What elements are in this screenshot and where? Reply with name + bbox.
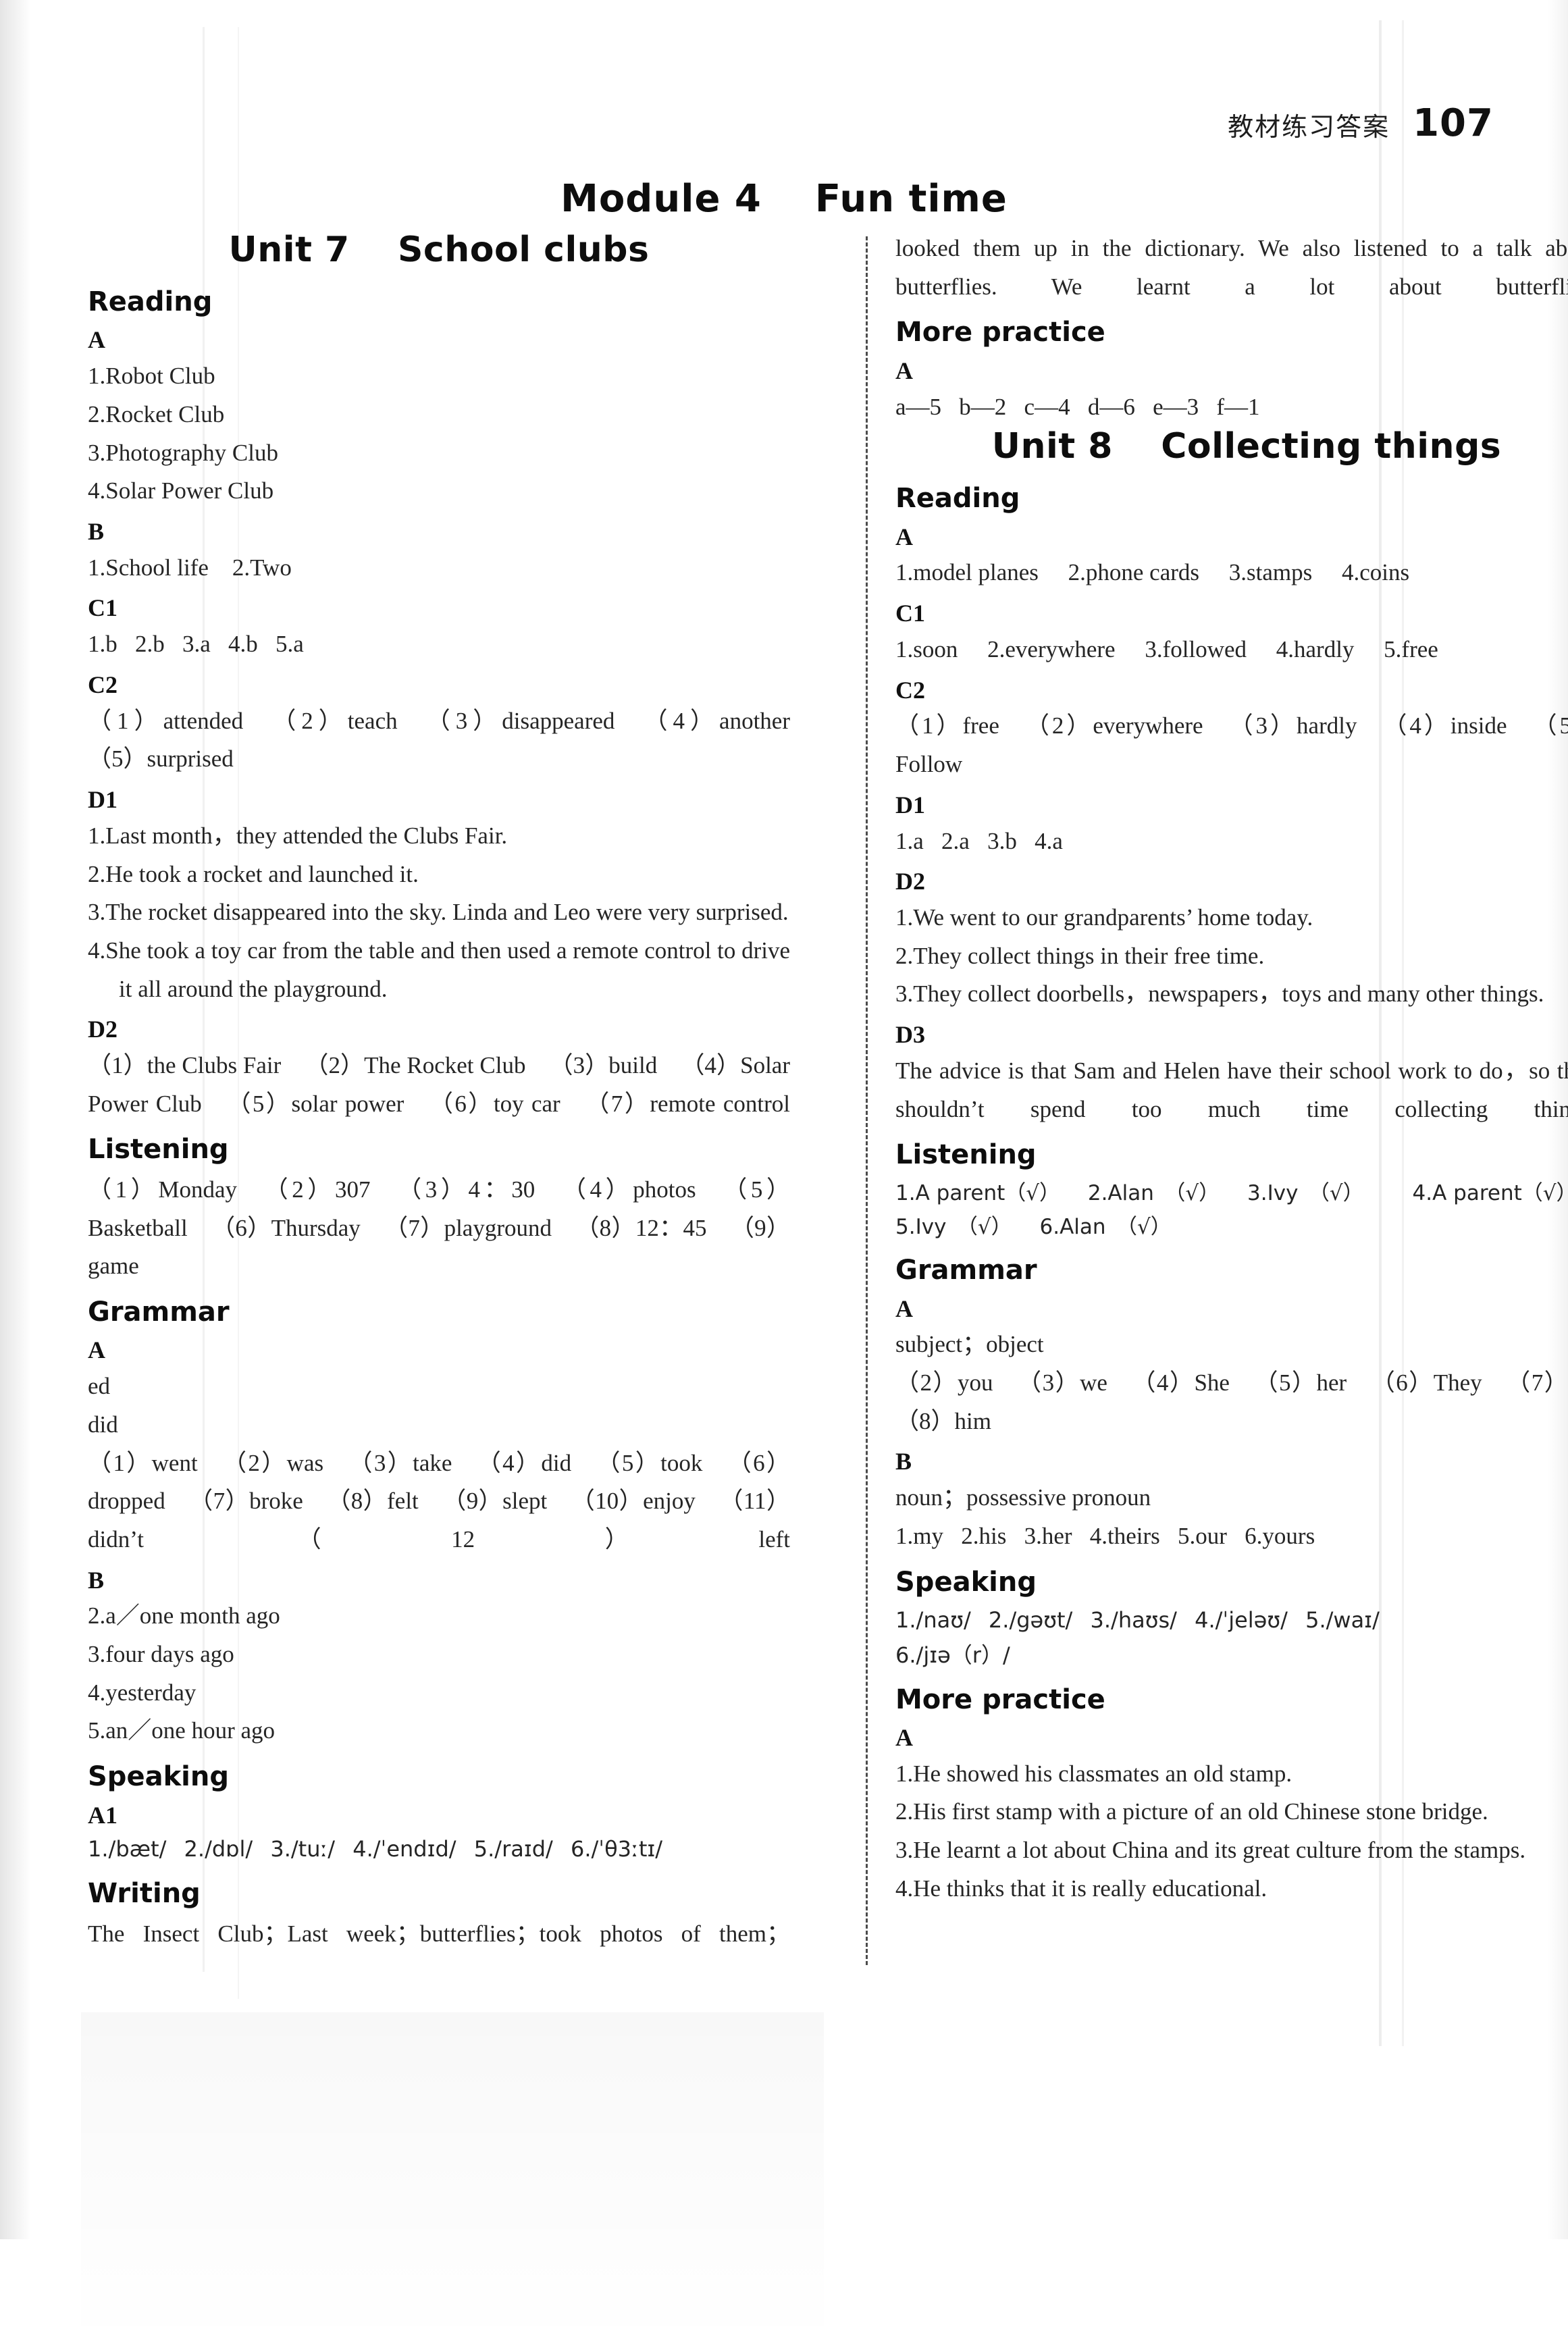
answer-line: 3.Photography Club <box>88 439 278 466</box>
column-divider <box>866 236 868 1965</box>
answer-line: 1.b 2.b 3.a 4.b 5.a <box>88 631 304 658</box>
sub-heading: D1 <box>88 786 117 814</box>
sub-heading: C2 <box>895 676 925 704</box>
answer-line: a—5 b—2 c—4 d—6 e—3 f—1 <box>895 393 1260 420</box>
answer-line: subject；object <box>895 1331 1044 1358</box>
section-heading: Reading <box>88 286 213 317</box>
answer-line: 1.Robot Club <box>88 363 215 390</box>
answer-line: 4.She took a toy car from the table and … <box>88 937 790 1002</box>
sub-heading: C2 <box>88 671 117 698</box>
answer-line: （8）him <box>895 1407 991 1434</box>
sub-heading: D3 <box>895 1021 925 1049</box>
answer-line: （1）free （2）everywhere （3）hardly （4）insid… <box>895 712 1568 778</box>
scan-smudge <box>81 2012 824 2350</box>
answer-line: （5）surprised <box>88 746 234 773</box>
sub-heading: A <box>88 326 105 354</box>
section-heading: Grammar <box>895 1255 1037 1286</box>
answer-line: （1）Monday （2）307 （3）4：30 （4）photos （5）Ba… <box>88 1176 790 1280</box>
unit-number: Unit 7 <box>228 230 350 270</box>
header-label: 教材练习答案 <box>1228 112 1390 142</box>
page-header: 教材练习答案 107 <box>1228 101 1494 145</box>
section-heading: Reading <box>895 483 1020 515</box>
answer-line: ed <box>88 1373 111 1400</box>
answer-line: 2.Rocket Club <box>88 400 225 427</box>
sub-heading: A1 <box>88 1801 117 1829</box>
phonetic-answer-line: 1./bæt/ 2./dɒl/ 3./tuː/ 4./ˈendɪd/ 5./ra… <box>88 1836 663 1862</box>
answer-line: 1.model planes 2.phone cards 3.stamps 4.… <box>895 559 1410 586</box>
sub-heading: A <box>895 523 913 550</box>
sub-heading: D2 <box>895 868 925 895</box>
answer-line: The advice is that Sam and Helen have th… <box>895 1057 1568 1122</box>
answer-line: 3.four days ago <box>88 1641 234 1668</box>
sub-heading: C1 <box>895 600 925 627</box>
answer-line: 4.Solar Power Club <box>88 477 274 504</box>
sub-heading: A <box>895 357 913 384</box>
scan-edge-shadow-left <box>0 0 31 2239</box>
answer-line: 2.They collect things in their free time… <box>895 942 1265 969</box>
answer-line: 1.a 2.a 3.b 4.a <box>895 827 1063 854</box>
section-heading: Listening <box>895 1139 1037 1171</box>
answer-line: 1.He showed his classmates an old stamp. <box>895 1760 1292 1787</box>
answer-line: （1）went （2）was （3）take （4）did （5）took （6… <box>88 1449 790 1552</box>
sub-heading: A <box>88 1336 105 1364</box>
answer-line: （2）you （3）we （4）She （5）her （6）They （7）me <box>895 1369 1568 1396</box>
answer-line: 3.He learnt a lot about China and its gr… <box>895 1837 1526 1864</box>
answer-line: 1.School life 2.Two <box>88 554 292 581</box>
continuation-paragraph: looked them up in the dictionary. We als… <box>895 235 1568 300</box>
module-title: Module 4 Fun time <box>0 177 1568 221</box>
unit-number: Unit 8 <box>991 426 1113 467</box>
answer-line: 5.an／one hour ago <box>88 1717 276 1744</box>
module-number: Module 4 <box>560 177 762 221</box>
module-name: Fun time <box>814 177 1008 221</box>
sub-heading: A <box>895 1295 913 1322</box>
sub-heading: B <box>88 517 105 545</box>
sub-heading: C1 <box>88 594 117 622</box>
left-column: Unit 7 School clubs Reading A 1.Robot Cl… <box>88 230 790 1953</box>
answer-line: did <box>88 1411 118 1438</box>
answer-line: （1）attended （2）teach （3）disappeared （4）a… <box>88 707 790 734</box>
answer-line: （1）the Clubs Fair （2）The Rocket Club （3）… <box>88 1052 790 1117</box>
unit-name: Collecting things <box>1161 426 1502 467</box>
answer-line: 2.His first stamp with a picture of an o… <box>895 1798 1488 1825</box>
unit-title-7: Unit 7 School clubs <box>88 230 790 270</box>
unit-title-8: Unit 8 Collecting things <box>895 426 1568 467</box>
section-heading: Speaking <box>895 1566 1037 1598</box>
sub-heading: B <box>895 1448 912 1476</box>
sub-heading: A <box>895 1723 913 1751</box>
two-column-body: Unit 7 School clubs Reading A 1.Robot Cl… <box>88 230 1568 2053</box>
sub-heading: D1 <box>895 791 925 818</box>
answer-line: The Insect Club；Last week；butterflies；to… <box>88 1920 790 1947</box>
page-number: 107 <box>1413 101 1494 145</box>
sub-heading: D2 <box>88 1016 117 1043</box>
answer-line: 3.The rocket disappeared into the sky. L… <box>88 899 789 926</box>
section-heading: More practice <box>895 317 1105 348</box>
right-column: looked them up in the dictionary. We als… <box>895 230 1568 1908</box>
section-heading: Grammar <box>88 1296 230 1328</box>
phonetic-answer-line: 6./jɪə（r）/ <box>895 1642 1010 1668</box>
answer-line: 4.He thinks that it is really educationa… <box>895 1875 1268 1902</box>
unit-name: School clubs <box>397 230 650 270</box>
phonetic-answer-line: 1./naʊ/ 2./gəʊt/ 3./haʊs/ 4./ˈjeləʊ/ 5./… <box>895 1607 1380 1633</box>
section-heading: Speaking <box>88 1761 229 1793</box>
answer-line: 1.soon 2.everywhere 3.followed 4.hardly … <box>895 635 1438 662</box>
answer-line: 1.A parent（√） 2.Alan （√） 3.Ivy （√） 4.A p… <box>895 1180 1568 1205</box>
answer-line: 1.Last month，they attended the Clubs Fai… <box>88 822 508 849</box>
sub-heading: B <box>88 1566 105 1594</box>
answer-line: 1.We went to our grandparents’ home toda… <box>895 904 1313 931</box>
answer-line: 2.a／one month ago <box>88 1602 280 1629</box>
answer-line: 2.He took a rocket and launched it. <box>88 860 419 887</box>
answer-line: 3.They collect doorbells，newspapers，toys… <box>895 981 1544 1008</box>
answer-line: 1.my 2.his 3.her 4.theirs 5.our 6.yours <box>895 1522 1315 1549</box>
section-heading: Writing <box>88 1878 201 1910</box>
answer-line: 4.yesterday <box>88 1679 197 1706</box>
section-heading: More practice <box>895 1683 1105 1715</box>
answer-line: 5.Ivy （√） 6.Alan （√） <box>895 1214 1172 1239</box>
section-heading: Listening <box>88 1134 229 1166</box>
answer-line: noun；possessive pronoun <box>895 1484 1151 1511</box>
